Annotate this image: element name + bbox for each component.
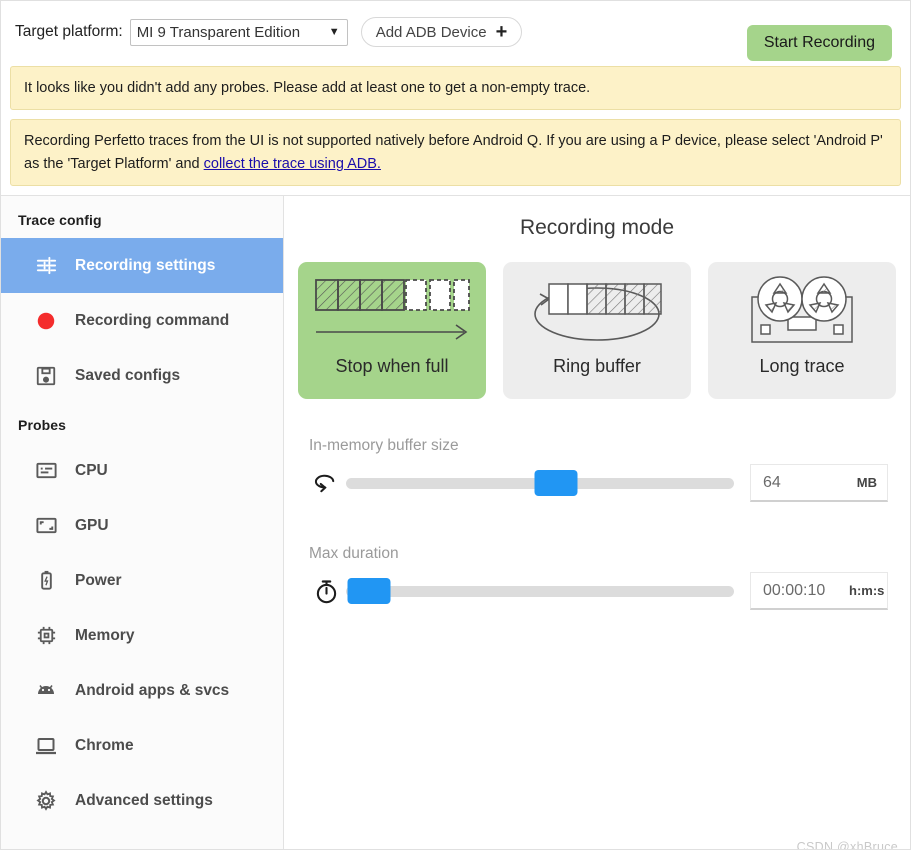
record-dot-icon — [31, 310, 61, 332]
mode-card-label: Stop when full — [335, 356, 449, 377]
perfetto-record-page: Target platform: MI 9 Transparent Editio… — [0, 0, 911, 850]
buffer-size-unit: MB — [856, 475, 877, 491]
warning-android-version: Recording Perfetto traces from the UI is… — [10, 119, 901, 187]
sidebar-item-chrome[interactable]: Chrome — [1, 718, 283, 773]
gpu-icon — [31, 514, 61, 537]
sidebar-item-gpu[interactable]: GPU — [1, 498, 283, 553]
buffer-size-value-box[interactable]: MB — [750, 464, 888, 503]
mode-card-ring-buffer[interactable]: Ring buffer — [503, 262, 691, 400]
sidebar-item-saved-configs[interactable]: Saved configs — [1, 348, 283, 403]
sidebar-item-label: Memory — [75, 626, 135, 644]
warning-no-probes: It looks like you didn't add any probes.… — [10, 66, 901, 111]
target-platform-select-wrapper[interactable]: MI 9 Transparent Edition ▼ — [129, 18, 348, 46]
sidebar-item-label: GPU — [75, 516, 109, 534]
collect-trace-adb-link[interactable]: collect the trace using ADB. — [204, 156, 381, 172]
buffer-size-label: In-memory buffer size — [309, 437, 459, 455]
mode-card-long-trace[interactable]: Long trace — [708, 262, 896, 400]
sidebar-section-probes-heading: Probes — [18, 417, 67, 434]
max-duration-unit: h:m:s — [849, 583, 885, 599]
loop-arrow-icon — [306, 471, 346, 495]
cpu-icon — [31, 459, 61, 482]
recording-mode-options: Stop when full Ring buffer Long trace — [284, 262, 910, 400]
sidebar-item-label: Advanced settings — [75, 791, 213, 809]
buffer-size-input[interactable] — [761, 472, 849, 493]
target-platform-select[interactable]: MI 9 Transparent Edition — [129, 18, 348, 46]
battery-icon — [31, 569, 61, 592]
laptop-icon — [31, 734, 61, 758]
max-duration-slider-track — [346, 585, 734, 597]
max-duration-input[interactable] — [761, 580, 849, 601]
mode-card-label: Ring buffer — [553, 356, 641, 377]
gear-icon — [31, 789, 61, 813]
start-recording-button[interactable]: Start Recording — [746, 25, 892, 61]
mode-card-label: Long trace — [759, 356, 845, 377]
sidebar-item-label: Recording command — [75, 311, 230, 329]
buffer-size-setting: In-memory buffer size MB — [306, 437, 888, 503]
watermark: CSDN @xhBruce — [796, 840, 898, 850]
sidebar-item-memory[interactable]: Memory — [1, 608, 283, 663]
tune-icon — [31, 254, 61, 277]
sidebar-section-trace-config-heading: Trace config — [18, 212, 102, 229]
sidebar: Trace config Recording settings Recordin — [1, 196, 284, 849]
save-disk-icon — [31, 365, 61, 387]
max-duration-slider-thumb[interactable] — [347, 578, 391, 605]
tape-reel-icon — [742, 268, 862, 356]
buffer-size-slider[interactable] — [346, 470, 734, 497]
sidebar-item-power[interactable]: Power — [1, 553, 283, 608]
plus-icon: + — [495, 21, 508, 43]
ring-buffer-icon — [521, 268, 673, 356]
sidebar-item-label: Power — [75, 571, 122, 589]
add-adb-device-label: Add ADB Device — [375, 23, 487, 41]
recording-mode-title: Recording mode — [519, 216, 675, 240]
mode-card-stop-when-full[interactable]: Stop when full — [298, 262, 486, 400]
sidebar-item-advanced-settings[interactable]: Advanced settings — [1, 773, 283, 828]
max-duration-setting: Max duration 00:00:10 h:m:s — [306, 545, 888, 611]
sidebar-item-recording-command[interactable]: Recording command — [1, 293, 283, 348]
max-duration-value-box[interactable]: h:m:s — [750, 572, 888, 611]
top-toolbar: Target platform: MI 9 Transparent Editio… — [1, 1, 910, 63]
stopwatch-icon — [306, 578, 346, 605]
sidebar-item-cpu[interactable]: CPU — [1, 443, 283, 498]
max-duration-slider[interactable] — [346, 578, 734, 605]
add-adb-device-button[interactable]: Add ADB Device + — [360, 17, 523, 47]
sidebar-item-label: Saved configs — [75, 366, 181, 384]
buffer-size-slider-thumb[interactable] — [534, 470, 578, 497]
sidebar-item-label: Recording settings — [75, 256, 216, 274]
sidebar-item-label: CPU — [75, 461, 108, 479]
target-platform-label: Target platform: — [15, 23, 123, 40]
main-panel: Recording mode Stop when full Ring buffe… — [284, 196, 910, 850]
warning-no-probes-text: It looks like you didn't add any probes.… — [24, 80, 591, 96]
page-body: Trace config Recording settings Recordin — [1, 195, 910, 850]
android-icon — [31, 679, 61, 703]
sidebar-item-recording-settings[interactable]: Recording settings — [1, 238, 283, 294]
sidebar-item-label: Android apps & svcs — [75, 681, 230, 699]
linear-buffer-icon — [312, 268, 472, 356]
warning-android-version-text: Recording Perfetto traces from the UI is… — [24, 133, 883, 172]
max-duration-label: Max duration — [309, 545, 399, 563]
sidebar-item-android-apps-svcs[interactable]: Android apps & svcs — [1, 663, 283, 718]
sidebar-item-label: Chrome — [75, 736, 134, 754]
memory-chip-icon — [31, 624, 61, 647]
